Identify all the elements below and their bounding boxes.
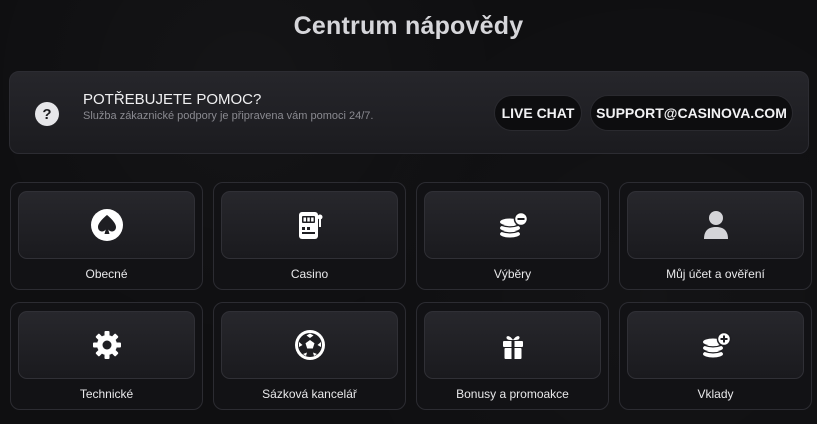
category-icon-box xyxy=(18,311,195,379)
category-icon-box xyxy=(627,191,804,259)
category-icon-box xyxy=(18,191,195,259)
gear-icon xyxy=(92,331,121,359)
category-card-obecne[interactable]: Obecné xyxy=(10,182,203,290)
coins-plus-icon xyxy=(702,331,731,358)
category-card-ucet[interactable]: Můj účet a ověření xyxy=(619,182,812,290)
spade-icon xyxy=(90,209,123,241)
category-card-bonusy[interactable]: Bonusy a promoakce xyxy=(416,302,609,410)
live-chat-button[interactable]: LIVE CHAT xyxy=(494,95,582,131)
category-label: Obecné xyxy=(85,267,128,281)
category-icon-box xyxy=(221,311,398,379)
help-title: POTŘEBUJETE POMOC? xyxy=(83,91,262,108)
coins-minus-icon xyxy=(499,211,528,238)
category-card-sazkova-kancelar[interactable]: Sázková kancelář xyxy=(213,302,406,410)
category-icon-box xyxy=(424,311,601,379)
help-banner: ? POTŘEBUJETE POMOC? Služba zákaznické p… xyxy=(9,71,809,154)
category-label: Technické xyxy=(79,387,134,401)
category-card-technicke[interactable]: Technické xyxy=(10,302,203,410)
category-card-vklady[interactable]: Vklady xyxy=(619,302,812,410)
category-icon-box xyxy=(424,191,601,259)
category-label: Bonusy a promoakce xyxy=(456,387,569,401)
category-label: Sázková kancelář xyxy=(262,387,357,401)
category-card-vybery[interactable]: Výběry xyxy=(416,182,609,290)
slot-machine-icon xyxy=(298,212,322,239)
support-email-button[interactable]: SUPPORT@CASINOVA.COM xyxy=(590,95,793,131)
gift-icon xyxy=(502,336,523,359)
category-icon-box xyxy=(221,191,398,259)
page-title: Centrum nápovědy xyxy=(293,12,524,40)
category-label: Můj účet a ověření xyxy=(666,267,765,281)
user-icon xyxy=(703,211,728,239)
category-label: Výběry xyxy=(493,267,532,281)
category-card-casino[interactable]: Casino xyxy=(213,182,406,290)
help-description: Služba zákaznické podpory je připravena … xyxy=(83,110,374,122)
question-icon: ? xyxy=(35,102,59,126)
category-label: Vklady xyxy=(697,387,734,401)
category-icon-box xyxy=(627,311,804,379)
soccer-ball-icon xyxy=(294,330,325,360)
category-label: Casino xyxy=(290,267,329,281)
